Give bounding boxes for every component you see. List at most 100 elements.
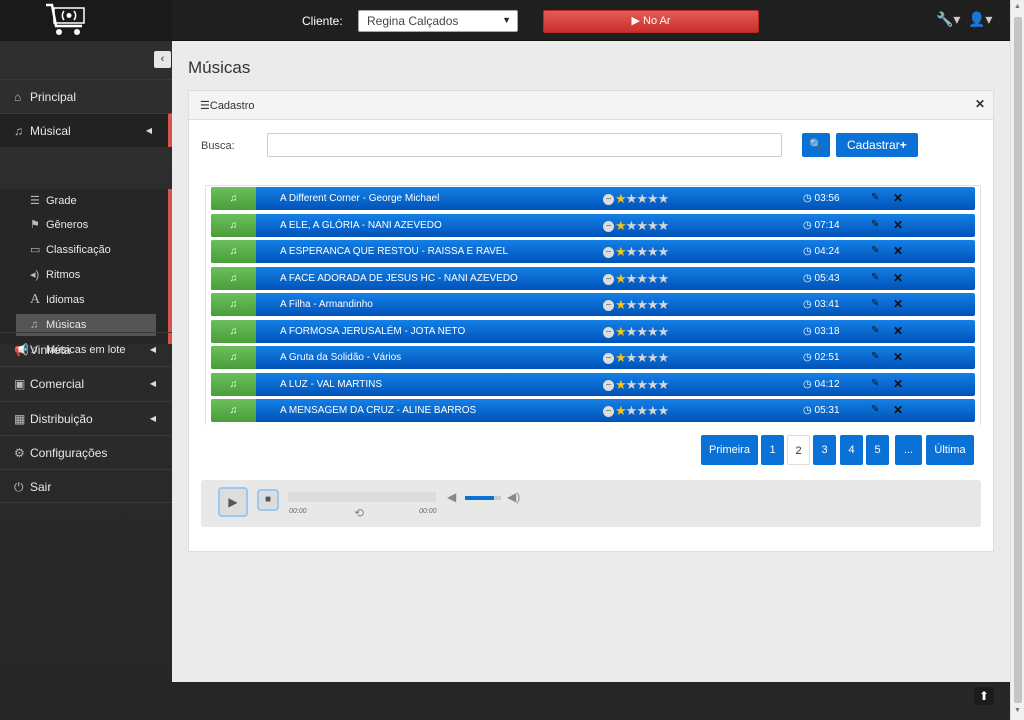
edit-icon[interactable]: ✎ (871, 404, 879, 415)
cliente-select[interactable]: Regina Calçados ▼ (358, 10, 518, 32)
song-row[interactable]: ♫ A Filha - Armandinho − ★★★★★ ◷ 03:41 ✎ ✕ (211, 293, 975, 316)
star-icon[interactable]: ★ (658, 244, 670, 259)
star-icon[interactable]: ★ (626, 191, 638, 206)
delete-icon[interactable]: ✕ (893, 377, 903, 391)
loop-icon[interactable]: ⟲ (354, 506, 364, 520)
clear-rating-icon[interactable]: − (603, 406, 614, 417)
cadastrar-button[interactable]: Cadastrar+ (836, 133, 918, 157)
edit-icon[interactable]: ✎ (871, 351, 879, 362)
star-icon[interactable]: ★ (626, 297, 638, 312)
sidebar-item-vinheta[interactable]: 📢Vinheta ◀ (0, 332, 172, 366)
star-icon[interactable]: ★ (626, 218, 638, 233)
play-song-button[interactable]: ♫ (211, 213, 256, 237)
edit-icon[interactable]: ✎ (871, 325, 879, 336)
delete-icon[interactable]: ✕ (893, 324, 903, 338)
sidebar-subitem-grade[interactable]: ☰ Grade (16, 190, 156, 212)
edit-icon[interactable]: ✎ (871, 272, 879, 283)
pager-page-1[interactable]: 1 (761, 435, 784, 465)
clear-rating-icon[interactable]: − (603, 220, 614, 232)
sidebar-subitem-idiomas[interactable]: A Idiomas (16, 289, 156, 311)
play-song-button[interactable]: ♫ (211, 372, 256, 396)
star-icon[interactable]: ★ (615, 403, 627, 418)
pager-page-4[interactable]: 4 (840, 435, 863, 465)
scroll-down-icon[interactable]: ▼ (1014, 707, 1021, 714)
star-icon[interactable]: ★ (636, 244, 648, 259)
star-icon[interactable]: ★ (658, 191, 670, 206)
pager-ellipsis[interactable]: ... (895, 435, 922, 465)
pager-first[interactable]: Primeira (701, 435, 758, 465)
scroll-up-icon[interactable]: ▲ (1014, 3, 1021, 10)
star-icon[interactable]: ★ (626, 324, 638, 339)
edit-icon[interactable]: ✎ (871, 245, 879, 256)
user-icon[interactable]: 👤▾ (968, 11, 992, 28)
edit-icon[interactable]: ✎ (871, 219, 879, 230)
star-icon[interactable]: ★ (658, 350, 670, 365)
star-icon[interactable]: ★ (615, 350, 627, 365)
star-icon[interactable]: ★ (615, 324, 627, 339)
star-icon[interactable]: ★ (647, 271, 659, 286)
star-icon[interactable]: ★ (647, 403, 659, 418)
star-icon[interactable]: ★ (647, 191, 659, 206)
star-icon[interactable]: ★ (658, 271, 670, 286)
delete-icon[interactable]: ✕ (893, 218, 903, 232)
sidebar-item-principal[interactable]: ⌂ Principal (0, 79, 172, 113)
play-song-button[interactable]: ♫ (211, 240, 256, 263)
sidebar-subitem-classificacao[interactable]: ▭ Classificação (16, 239, 156, 261)
star-icon[interactable]: ★ (615, 244, 627, 259)
no-ar-button[interactable]: ▶ No Ar (543, 10, 759, 33)
page-scrollbar[interactable]: ▲ ▼ (1010, 0, 1024, 720)
volume-max-icon[interactable]: ◀) (507, 490, 520, 504)
progress-bar[interactable] (288, 492, 436, 502)
clear-rating-icon[interactable]: − (603, 300, 614, 311)
clear-rating-icon[interactable]: − (603, 353, 614, 364)
sidebar-item-distribuicao[interactable]: ▦ Distribuição ◀ (0, 401, 172, 435)
star-icon[interactable]: ★ (647, 244, 659, 259)
star-icon[interactable]: ★ (636, 324, 648, 339)
scrollbar-thumb[interactable] (1014, 17, 1022, 703)
star-icon[interactable]: ★ (615, 377, 627, 392)
play-song-button[interactable]: ♫ (211, 319, 256, 343)
edit-icon[interactable]: ✎ (871, 298, 879, 309)
star-icon[interactable]: ★ (626, 403, 638, 418)
radio-cart-logo-icon[interactable] (44, 2, 88, 38)
clear-rating-icon[interactable]: − (603, 247, 614, 258)
star-icon[interactable]: ★ (636, 218, 648, 233)
song-row[interactable]: ♫ A FORMOSA JERUSALÉM - JOTA NETO − ★★★★★ ◷ … (211, 319, 975, 343)
tools-icon[interactable]: 🔧▾ (936, 11, 960, 28)
star-icon[interactable]: ★ (626, 350, 638, 365)
star-icon[interactable]: ★ (658, 377, 670, 392)
star-icon[interactable]: ★ (658, 297, 670, 312)
sidebar-collapse-button[interactable]: ‹ (154, 51, 171, 68)
star-icon[interactable]: ★ (636, 377, 648, 392)
star-icon[interactable]: ★ (626, 271, 638, 286)
search-input[interactable] (267, 133, 782, 157)
stop-button[interactable]: ■ (257, 489, 279, 511)
star-icon[interactable]: ★ (636, 271, 648, 286)
song-row[interactable]: ♫ A FACE ADORADA DE JESUS HC - NANI AZEVE… (211, 266, 975, 290)
song-row[interactable]: ♫ A ELE, A GLÓRIA - NANI AZEVEDO − ★★★★★ ◷ 0… (211, 213, 975, 237)
delete-icon[interactable]: ✕ (893, 350, 903, 364)
pager-last[interactable]: Última (926, 435, 974, 465)
pager-page-2[interactable]: 2 (787, 435, 810, 465)
star-icon[interactable]: ★ (615, 271, 627, 286)
pager-page-3[interactable]: 3 (813, 435, 836, 465)
star-icon[interactable]: ★ (626, 244, 638, 259)
sidebar-item-configuracoes[interactable]: ⚙ Configurações (0, 435, 172, 469)
back-to-top-button[interactable]: ⬆ (974, 687, 994, 705)
sidebar-item-sair[interactable]: ⏻ Sair (0, 469, 172, 503)
sidebar-item-comercial[interactable]: ▣ Comercial ◀ (0, 366, 172, 400)
song-row[interactable]: ♫ A Gruta da Solidão - Vários − ★★★★★ ◷ 02:5… (211, 346, 975, 369)
clear-rating-icon[interactable]: − (603, 194, 614, 205)
edit-icon[interactable]: ✎ (871, 378, 879, 389)
volume-slider[interactable] (465, 496, 501, 500)
delete-icon[interactable]: ✕ (893, 403, 903, 417)
clear-rating-icon[interactable]: − (603, 326, 614, 338)
star-icon[interactable]: ★ (636, 403, 648, 418)
delete-icon[interactable]: ✕ (893, 297, 903, 311)
star-icon[interactable]: ★ (658, 403, 670, 418)
mute-icon[interactable]: ◀ (447, 490, 456, 504)
star-icon[interactable]: ★ (615, 191, 627, 206)
star-icon[interactable]: ★ (647, 350, 659, 365)
clear-rating-icon[interactable]: − (603, 379, 614, 391)
play-song-button[interactable]: ♫ (211, 293, 256, 316)
